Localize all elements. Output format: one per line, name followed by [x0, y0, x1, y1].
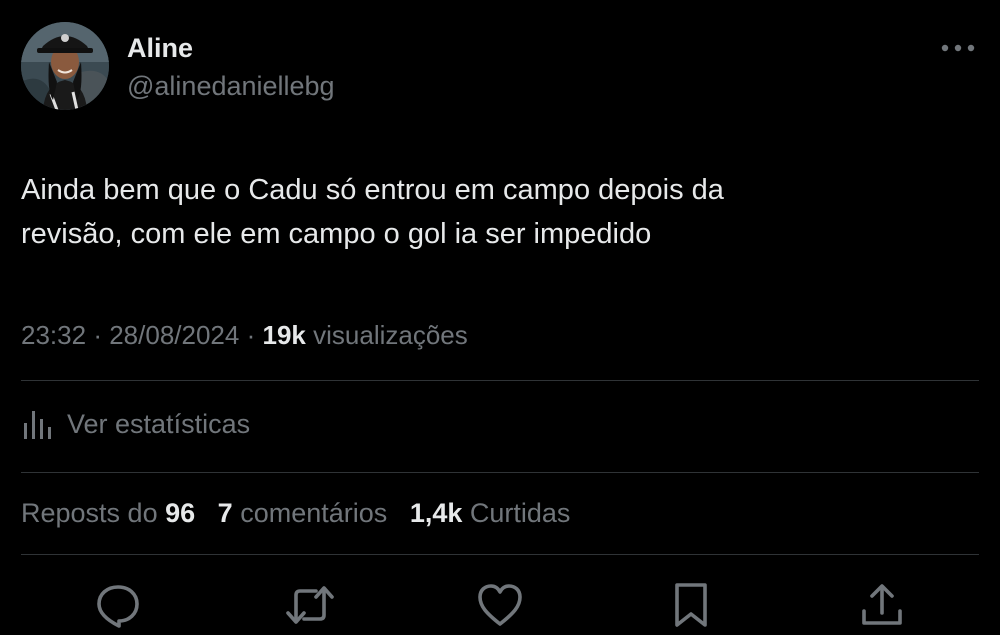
view-analytics-label: Ver estatísticas: [67, 408, 251, 439]
comments-count: 7: [217, 498, 233, 528]
action-bar: [0, 575, 1000, 635]
analytics-icon: [24, 411, 51, 439]
views-count: 19k: [262, 320, 306, 350]
more-options-button[interactable]: [936, 36, 980, 60]
view-analytics-link[interactable]: Ver estatísticas: [21, 404, 250, 444]
reposts-label: Reposts do: [21, 498, 158, 528]
divider: [21, 472, 979, 473]
divider: [21, 554, 979, 555]
like-button[interactable]: [474, 579, 526, 631]
display-name[interactable]: Aline: [127, 32, 193, 64]
engagement-counts: Reposts do 96 7 comentários 1,4k Curtida…: [21, 496, 570, 530]
avatar[interactable]: [21, 22, 109, 110]
repost-button[interactable]: [284, 579, 336, 631]
meta-separator: ·: [246, 320, 256, 350]
reply-icon: [97, 585, 139, 628]
tweet-time[interactable]: 23:32: [21, 320, 86, 350]
reposts-count: 96: [165, 498, 196, 528]
profile-photo: [21, 22, 109, 110]
likes-count-link[interactable]: 1,4k Curtidas: [410, 498, 571, 528]
likes-label: Curtidas: [469, 498, 571, 528]
repost-icon: [286, 586, 334, 624]
heart-icon: [478, 584, 522, 626]
more-options-icon: [941, 44, 975, 52]
reposts-count-link[interactable]: Reposts do 96: [21, 498, 195, 528]
tweet-meta: 23:32 · 28/08/2024 · 19k visualizações: [21, 318, 468, 352]
share-button[interactable]: [856, 579, 908, 631]
user-handle[interactable]: @alinedaniellebg: [127, 70, 335, 102]
comments-label: comentários: [240, 498, 388, 528]
reply-button[interactable]: [92, 579, 144, 631]
share-icon: [862, 584, 902, 625]
meta-separator: ·: [93, 320, 102, 350]
likes-count: 1,4k: [409, 498, 463, 528]
tweet-date[interactable]: 28/08/2024: [109, 320, 239, 350]
divider: [21, 380, 979, 381]
comments-count-link[interactable]: 7 comentários: [218, 498, 388, 528]
views-label: visualizações: [313, 320, 468, 350]
tweet-text: Ainda bem que o Cadu só entrou em campo …: [21, 174, 724, 250]
bookmark-button[interactable]: [665, 579, 717, 631]
bookmark-icon: [675, 583, 707, 627]
